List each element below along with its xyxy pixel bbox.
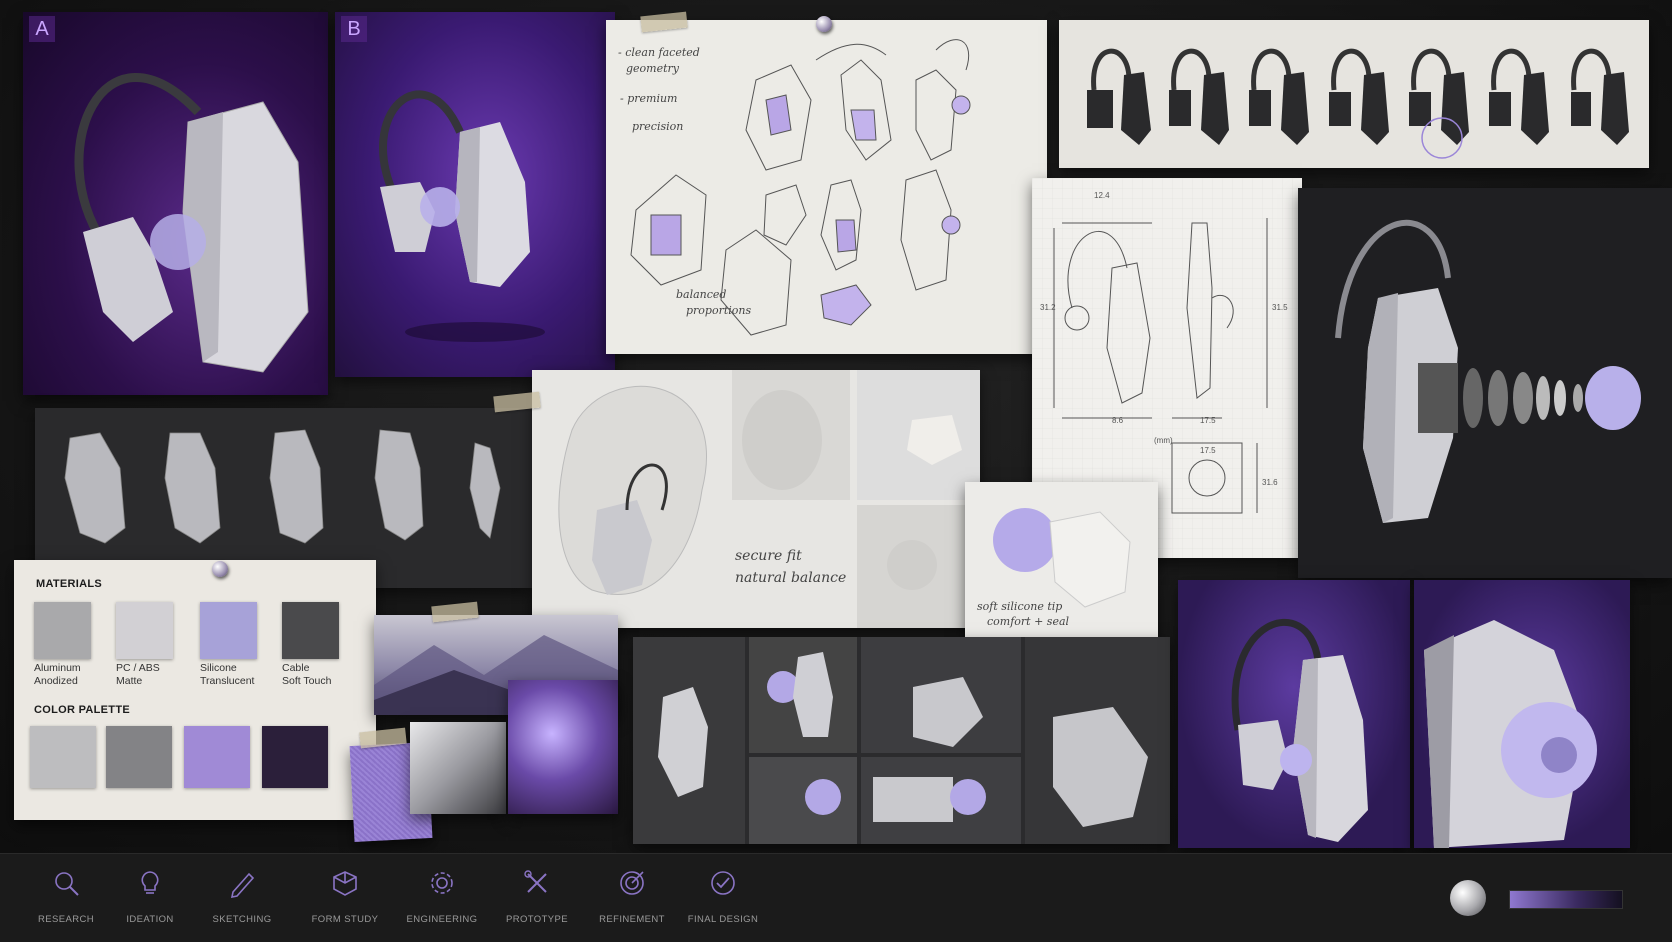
process-step-prototype[interactable]: PROTOTYPE [487,868,587,932]
process-step-ideation[interactable]: IDEATION [100,868,200,932]
process-step-engineering[interactable]: ENGINEERING [392,868,492,932]
palette-color[interactable] [106,726,172,788]
pencil-icon [192,868,292,898]
palette-color[interactable] [30,726,96,788]
process-step-label: FORM STUDY [311,914,379,925]
material-swatch[interactable] [200,602,257,659]
target-icon [582,868,682,898]
material-name: Aluminum [34,662,81,674]
material-name: PC / ABS [116,662,160,674]
push-pin [816,16,832,32]
tip-note: soft silicone tip [977,600,1063,613]
prototype-photos-icon [633,637,1170,844]
amethyst-photo[interactable] [508,680,618,814]
process-step-label: PROTOTYPE [505,914,569,925]
material-name: Silicone [200,662,237,674]
dimension-label: 12.4 [1094,191,1110,200]
process-step-label: IDEATION [126,914,174,925]
process-step-form-study[interactable]: FORM STUDY [295,868,395,932]
exploded-view-render[interactable] [1298,188,1672,578]
dimension-label: 31.2 [1040,303,1056,312]
aluminum-sphere-icon [1450,880,1486,916]
final-render-1[interactable] [1178,580,1410,848]
dimension-label: 31.5 [1272,303,1288,312]
material-finish: Soft Touch [282,675,332,687]
process-step-refinement[interactable]: REFINEMENT [582,868,682,932]
dimension-label: 31.6 [1262,478,1278,487]
process-step-final-design[interactable]: FINAL DESIGN [673,868,773,932]
materials-card: MATERIALS Aluminum Anodized PC / ABS Matte S… [14,560,376,820]
material-swatch[interactable] [34,602,91,659]
dimension-label: 17.5 [1200,416,1216,425]
concept-a-render[interactable]: A [23,12,328,395]
palette-color[interactable] [262,726,328,788]
process-step-label: SKETCHING [212,914,272,925]
tools-icon [487,868,587,898]
unit-label: (mm) [1154,436,1173,445]
final-render-2[interactable] [1414,580,1630,848]
prototype-photo-grid[interactable] [633,637,1170,844]
material-swatch[interactable] [116,602,173,659]
lightbulb-icon [100,868,200,898]
material-finish: Translucent [200,675,255,687]
gradient-swatch [1509,890,1623,909]
exploded-earpiece-icon [1335,219,1641,523]
process-step-label: REFINEMENT [599,914,665,925]
palette-title: COLOR PALETTE [34,704,130,716]
process-step-label: FINAL DESIGN [687,914,759,925]
tip-note: comfort + seal [987,615,1070,628]
concept-b-label: B [341,16,367,42]
process-step-sketching[interactable]: SKETCHING [192,868,292,932]
sketch-sheet[interactable]: - clean faceted geometry - premium preci… [606,20,1047,354]
silhouette-strip[interactable] [1059,20,1649,168]
concept-a-label: A [29,16,55,42]
dimension-label: 17.5 [1200,446,1216,455]
fit-note: natural balance [735,570,847,586]
gear-icon [392,868,492,898]
dimension-label: 8.6 [1112,416,1124,425]
material-name: Cable [282,662,310,674]
process-bar: RESEARCH IDEATION SKETCHING FORM STUDY ENGIN… [0,853,1672,942]
fit-note: secure fit [735,548,802,564]
sketch-drawings-icon [630,39,971,336]
moodboard: A B - clean faceted geometry - premium p… [0,0,1672,853]
concept-b-render[interactable]: B [335,12,615,377]
push-pin [212,561,228,577]
earpiece-render-icon [1231,618,1368,842]
ear-fit-study[interactable]: secure fit natural balance [532,370,980,628]
earpiece-render-icon [74,72,309,373]
process-step-label: ENGINEERING [406,914,478,925]
ear-model-icon [558,370,980,628]
silhouette-variants-icon [1087,48,1629,159]
earpiece-render-icon [379,90,545,342]
material-swatch[interactable] [282,602,339,659]
materials-title: MATERIALS [36,578,103,590]
earpiece-closeup-icon [1424,620,1597,848]
material-finish: Matte [116,675,143,687]
check-circle-icon [673,868,773,898]
cube-icon [295,868,395,898]
palette-color[interactable] [184,726,250,788]
silicone-tip-card[interactable]: soft silicone tip comfort + seal [965,482,1158,644]
material-finish: Anodized [34,675,78,687]
faceted-detail-photo[interactable] [410,722,506,814]
